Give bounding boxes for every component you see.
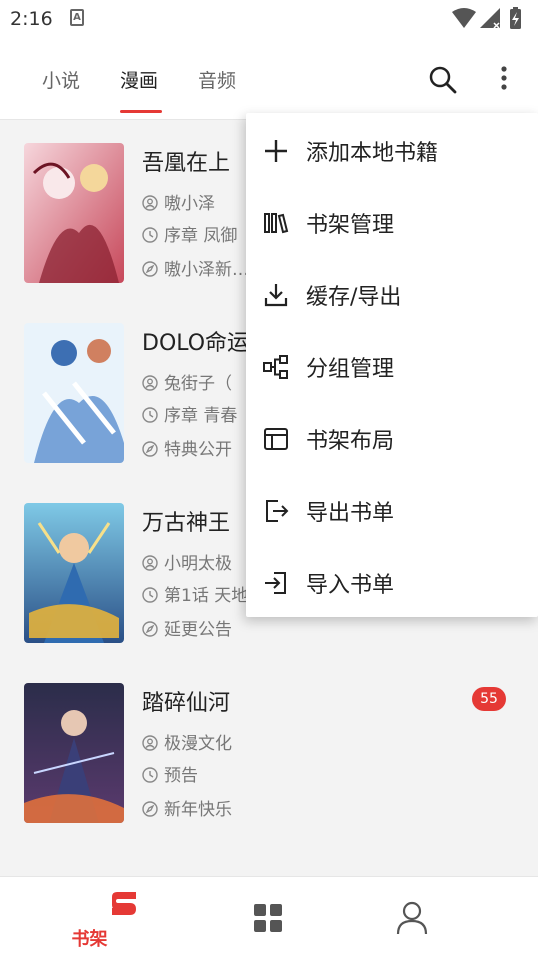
- group-icon: [263, 355, 288, 379]
- book-author-text: 小明太极: [164, 554, 232, 574]
- nav-item-discover[interactable]: [179, 877, 358, 958]
- book-note-text: 嗷小泽新…: [164, 260, 249, 280]
- nav-label-bookshelf: 书架: [71, 929, 108, 950]
- menu-item-add-local-book[interactable]: 添加本地书籍: [246, 113, 538, 185]
- tab-audio[interactable]: 音频: [198, 66, 236, 93]
- menu-item-group-manage[interactable]: 分组管理: [246, 329, 538, 401]
- book-title: 吾凰在上: [142, 151, 231, 176]
- menu-item-export-booklist[interactable]: 导出书单: [246, 473, 538, 545]
- nav-item-bookshelf[interactable]: 书架: [0, 877, 179, 958]
- book-title: DOLO命运: [142, 331, 250, 356]
- export-icon: [266, 500, 289, 522]
- book-cover-image: [24, 683, 124, 823]
- active-tab-indicator: [120, 110, 162, 113]
- top-app-bar: 小说 漫画 音频: [0, 40, 538, 120]
- author-icon: [142, 195, 158, 211]
- menu-item-label: 书架布局: [306, 429, 395, 454]
- clock-icon: [142, 767, 158, 783]
- profile-icon: [396, 901, 428, 935]
- nav-item-profile[interactable]: [358, 877, 537, 958]
- menu-item-label: 分组管理: [306, 357, 395, 382]
- menu-item-label: 添加本地书籍: [306, 141, 439, 166]
- clock-icon: [142, 407, 158, 423]
- discover-grid-icon: [254, 904, 282, 932]
- tab-novel[interactable]: 小说: [42, 66, 80, 93]
- import-icon: [265, 572, 286, 594]
- book-note: 延更公告: [142, 615, 232, 640]
- tab-comic[interactable]: 漫画: [120, 66, 158, 93]
- plus-icon: [265, 140, 287, 162]
- book-chapter: 第1话 天地: [142, 581, 248, 606]
- author-icon: [142, 735, 158, 751]
- status-bar: 2:16 A: [0, 0, 538, 40]
- bookshelf-logo-icon: [112, 892, 136, 915]
- book-chapter: 序章 青春: [142, 401, 237, 426]
- menu-item-label: 导出书单: [306, 501, 395, 526]
- book-chapter-text: 第1话 天地: [164, 586, 249, 606]
- book-chapter: 预告: [142, 761, 198, 786]
- book-author: 小明太极: [142, 549, 232, 574]
- compass-icon: [142, 261, 158, 277]
- book-note: 嗷小泽新…: [142, 255, 249, 280]
- book-note-text: 新年快乐: [164, 800, 232, 820]
- menu-item-bookshelf-layout[interactable]: 书架布局: [246, 401, 538, 473]
- menu-item-import-booklist[interactable]: 导入书单: [246, 545, 538, 617]
- book-chapter: 序章 凤御: [142, 221, 237, 246]
- book-author: 兔街子（: [142, 369, 232, 394]
- bottom-navigation: 书架: [0, 876, 538, 958]
- menu-item-cache-export[interactable]: 缓存/导出: [246, 257, 538, 329]
- more-vertical-icon[interactable]: [494, 64, 514, 94]
- clock-icon: [142, 587, 158, 603]
- status-time: 2:16: [10, 8, 53, 30]
- book-author: 极漫文化: [142, 729, 232, 754]
- author-icon: [142, 375, 158, 391]
- book-author: 嗷小泽: [142, 189, 215, 214]
- book-note-text: 延更公告: [164, 620, 232, 640]
- book-title: 万古神王: [142, 511, 231, 536]
- book-author-text: 兔街子（: [164, 374, 232, 394]
- overflow-menu: 添加本地书籍 书架管理 缓存/导出 分组管理 书架布局 导出书单 导入书单: [246, 113, 538, 617]
- notification-icon: A: [70, 9, 84, 26]
- compass-icon: [142, 801, 158, 817]
- download-icon: [264, 284, 288, 307]
- book-cover-image: [24, 503, 124, 643]
- book-cover-image: [24, 143, 124, 283]
- search-icon[interactable]: [428, 65, 458, 95]
- book-note-text: 特典公开: [164, 440, 232, 460]
- menu-item-label: 缓存/导出: [306, 285, 402, 310]
- author-icon: [142, 555, 158, 571]
- system-status-icons: [452, 7, 521, 29]
- unread-count-badge: 55: [472, 687, 506, 711]
- book-note: 特典公开: [142, 435, 232, 460]
- book-note: 新年快乐: [142, 795, 232, 820]
- book-item[interactable]: 踏碎仙河 55 极漫文化 预告 新年快乐: [0, 661, 538, 841]
- menu-item-bookshelf-manage[interactable]: 书架管理: [246, 185, 538, 257]
- book-author-text: 极漫文化: [164, 734, 232, 754]
- compass-icon: [142, 621, 158, 637]
- menu-item-label: 导入书单: [306, 573, 395, 598]
- bookshelf-icon: [264, 213, 289, 234]
- clock-icon: [142, 227, 158, 243]
- book-author-text: 嗷小泽: [164, 194, 215, 214]
- book-chapter-text: 预告: [164, 766, 198, 786]
- book-title: 踏碎仙河: [142, 691, 231, 716]
- menu-item-label: 书架管理: [306, 213, 395, 238]
- compass-icon: [142, 441, 158, 457]
- book-chapter-text: 序章 青春: [164, 406, 238, 426]
- book-chapter-text: 序章 凤御: [164, 226, 238, 246]
- layout-icon: [264, 428, 288, 450]
- book-cover-image: [24, 323, 124, 463]
